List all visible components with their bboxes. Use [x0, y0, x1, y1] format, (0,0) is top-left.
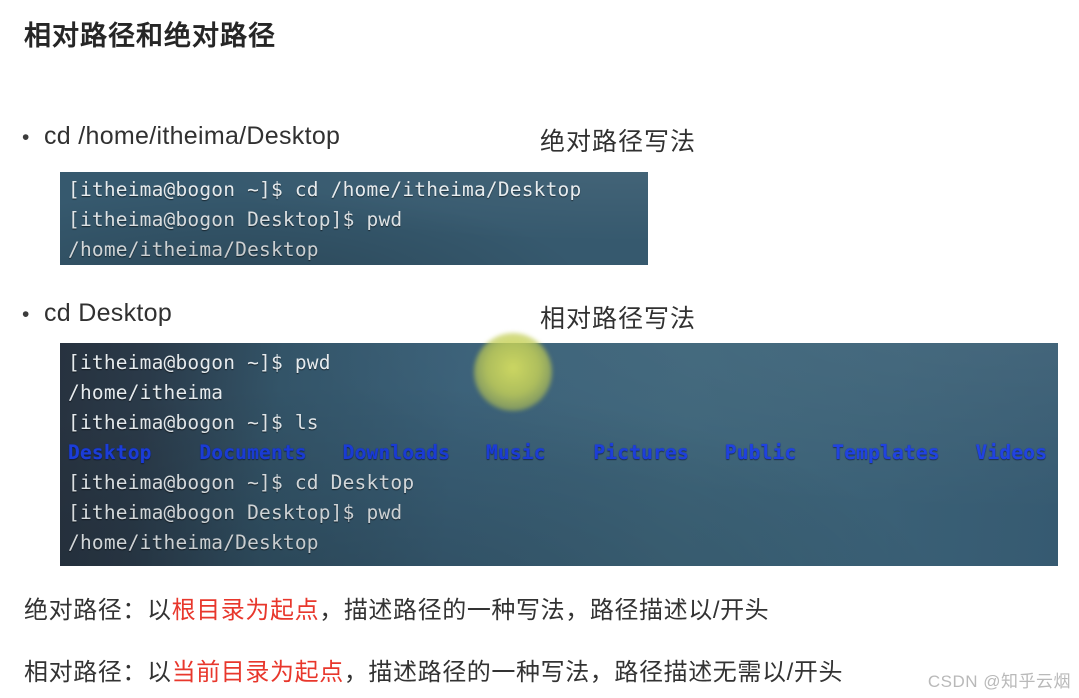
csdn-watermark: CSDN @知乎云烟	[927, 672, 1071, 691]
terminal-line: [itheima@bogon ~]$ ls	[68, 411, 319, 434]
ls-directory-entry: Templates	[832, 441, 940, 464]
ls-entry-gap	[152, 441, 200, 464]
terminal-line: [itheima@bogon ~]$ cd Desktop	[68, 471, 415, 494]
definition-label: 绝对路径：以	[24, 597, 172, 624]
terminal-line: /home/itheima	[68, 381, 224, 404]
terminal-line: /home/itheima/Desktop	[68, 238, 319, 261]
absolute-path-terminal: [itheima@bogon ~]$ cd /home/itheima/Desk…	[60, 172, 648, 265]
terminal-2-content: [itheima@bogon ~]$ pwd /home/itheima [it…	[60, 343, 1058, 558]
bullet-item-absolute: • cd /home/itheima/Desktop	[22, 122, 340, 151]
bullet-command-relative: cd Desktop	[44, 299, 173, 327]
definition-rest: ，描述路径的一种写法，路径描述以/开头	[319, 597, 770, 624]
ls-entry-gap	[940, 441, 976, 464]
definition-label: 相对路径：以	[24, 659, 172, 686]
ls-directory-entry: Videos	[975, 441, 1048, 464]
definition-highlight: 根目录为起点	[171, 597, 320, 624]
ls-entry-gap	[796, 441, 832, 464]
terminal-line: /home/itheima/Desktop	[68, 531, 319, 554]
ls-entry-gap	[307, 441, 343, 464]
ls-directory-entry: Public	[724, 441, 797, 464]
definition-rest: ，描述路径的一种写法，路径描述无需以/开头	[343, 659, 844, 686]
terminal-line: [itheima@bogon ~]$ pwd	[68, 351, 331, 374]
ls-directory-entry: Documents	[199, 441, 307, 464]
ls-entry-gap	[546, 441, 594, 464]
annotation-absolute-path: 绝对路径写法	[540, 128, 697, 156]
terminal-line: [itheima@bogon Desktop]$ pwd	[68, 501, 403, 524]
definition-absolute-path: 绝对路径：以根目录为起点，描述路径的一种写法，路径描述以/开头	[24, 590, 769, 625]
ls-directory-entry: Music	[485, 441, 546, 464]
bullet-marker-icon: •	[22, 303, 30, 326]
ls-directory-entry: Desktop	[68, 441, 152, 464]
terminal-line: [itheima@bogon ~]$ cd /home/itheima/Desk…	[68, 178, 582, 201]
terminal-line: [itheima@bogon Desktop]$ pwd	[68, 208, 403, 231]
ls-entry-gap	[450, 441, 486, 464]
definition-relative-path: 相对路径：以当前目录为起点，描述路径的一种写法，路径描述无需以/开头	[24, 652, 843, 687]
relative-path-terminal: [itheima@bogon ~]$ pwd /home/itheima [it…	[60, 343, 1058, 566]
terminal-ls-output: Desktop Documents Downloads Music Pictur…	[60, 438, 1058, 468]
ls-directory-entry: Pictures	[593, 441, 689, 464]
terminal-1-content: [itheima@bogon ~]$ cd /home/itheima/Desk…	[60, 172, 648, 265]
page-title: 相对路径和绝对路径	[24, 21, 276, 51]
ls-entry-gap	[689, 441, 725, 464]
definition-highlight: 当前目录为起点	[171, 659, 344, 686]
annotation-relative-path: 相对路径写法	[540, 305, 697, 333]
ls-directory-entry: Downloads	[342, 441, 451, 464]
bullet-item-relative: • cd Desktop	[22, 299, 172, 328]
bullet-marker-icon: •	[22, 126, 30, 149]
bullet-command-absolute: cd /home/itheima/Desktop	[44, 122, 341, 150]
